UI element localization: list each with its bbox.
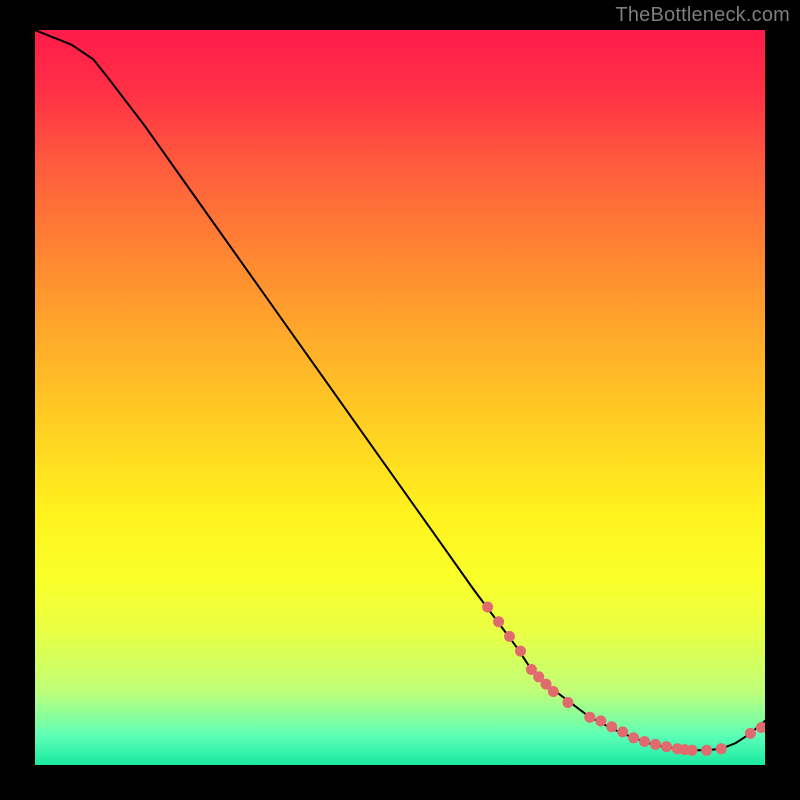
watermark-text: TheBottleneck.com	[615, 4, 790, 27]
data-marker	[504, 631, 515, 642]
data-marker	[617, 726, 628, 737]
data-marker	[548, 686, 559, 697]
chart-frame: TheBottleneck.com	[0, 0, 800, 800]
data-marker	[716, 743, 727, 754]
data-marker	[756, 722, 765, 733]
data-marker	[493, 616, 504, 627]
data-marker	[515, 646, 526, 657]
data-marker	[701, 745, 712, 756]
data-marker	[661, 741, 672, 752]
data-marker	[628, 732, 639, 743]
data-marker	[606, 721, 617, 732]
data-marker	[482, 602, 493, 613]
data-marker	[562, 697, 573, 708]
data-marker	[639, 736, 650, 747]
chart-svg	[35, 30, 765, 765]
data-marker	[595, 715, 606, 726]
data-marker	[650, 739, 661, 750]
data-marker	[687, 745, 698, 756]
data-marker	[745, 728, 756, 739]
data-marker	[584, 712, 595, 723]
data-markers	[482, 602, 765, 756]
bottleneck-curve	[35, 30, 765, 750]
